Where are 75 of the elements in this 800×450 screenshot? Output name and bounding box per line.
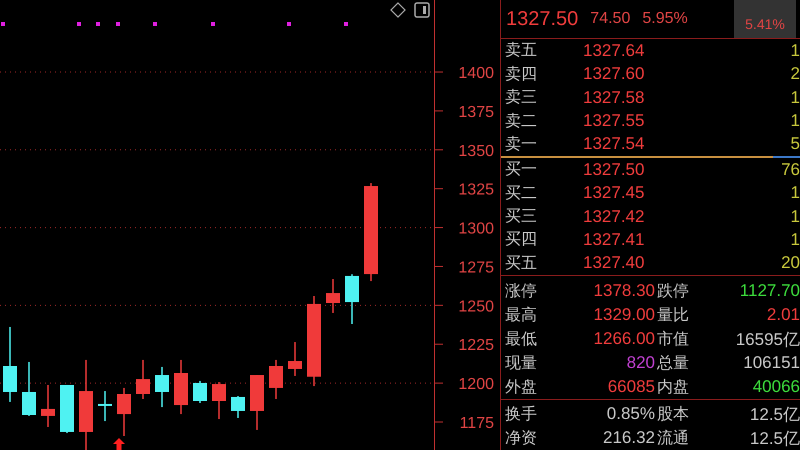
stat-label: 跌停 [657,280,690,302]
bid-label: 买一 [505,159,538,180]
ask-price: 1327.60 [583,64,646,84]
bid-price: 1327.40 [583,253,646,274]
last-price: 1327.50 [506,8,578,31]
bid-volume: 1 [790,230,800,250]
ask-label: 卖二 [505,110,538,132]
stat-label: 量比 [657,304,690,326]
ask-volume: 2 [790,64,800,84]
ask-label: 卖三 [505,87,538,108]
bid-volume: 20 [781,253,800,274]
price-change: 74.50 [590,10,630,28]
bid-volume: 1 [790,206,800,227]
stat-label: 涨停 [505,280,538,302]
axis-label: 1350 [458,142,494,160]
stat-label: 总量 [657,352,690,374]
stat-label: 换手 [505,404,538,424]
bid-label: 买二 [505,182,538,204]
stat-value: 820 [626,353,655,373]
up-arrow-icon [113,438,125,450]
change-percent: 5.95% [642,10,688,28]
ask-label: 卖四 [505,64,538,85]
axis-label: 1250 [458,298,494,316]
stat-label: 净资 [505,428,538,448]
stat-value: 2.01 [766,305,800,325]
ask-price: 1327.58 [583,88,646,108]
bid-price: 1327.50 [583,160,646,180]
axis-label: 1175 [460,415,494,432]
axis-label: 1275 [458,259,494,276]
stat-value: 1266.00 [592,329,655,349]
stat-label: 内盘 [657,376,690,398]
stat-value: 1127.70 [738,281,800,301]
ask-label: 卖五 [505,40,538,62]
ask-price: 1327.64 [583,40,646,61]
stat-label: 市值 [657,328,690,350]
stat-value: 216.32 [602,428,655,448]
stat-value: 40066 [752,377,800,397]
stat-value: 66085 [606,377,655,397]
stat-value: 12.5亿 [748,428,800,450]
stat-label: 最高 [505,304,538,326]
axis-label: 1200 [458,376,494,394]
ask-volume: 1 [790,40,800,61]
percent-badge: 5.41% [734,0,796,38]
bid-price: 1327.41 [583,230,646,250]
stat-value: 16595亿 [734,328,800,350]
stat-label: 股本 [657,404,690,424]
stat-value: 1329.00 [592,305,655,325]
stat-value: 0.85% [606,404,655,424]
ask-price: 1327.54 [583,134,646,154]
ask-volume: 1 [790,88,800,108]
bid-label: 买五 [505,252,538,274]
stat-label: 最低 [505,328,538,350]
diamond-icon[interactable] [390,2,406,18]
axis-label: 1375 [458,104,494,121]
bid-label: 买三 [505,206,538,228]
bid-price: 1327.42 [583,206,646,227]
axis-label: 1400 [458,65,494,82]
bid-volume: 1 [790,183,800,204]
ask-price: 1327.55 [583,111,646,131]
axis-label: 1300 [458,220,494,238]
axis-label: 1325 [458,182,494,199]
bid-volume: 76 [781,160,800,180]
bid-price: 1327.45 [583,183,646,204]
ask-volume: 5 [790,134,800,154]
ask-label: 卖一 [505,134,538,155]
stat-label: 流通 [657,428,690,448]
bid-label: 买四 [505,229,538,250]
stat-label: 外盘 [505,376,538,398]
axis-label: 1225 [458,337,494,354]
panel-toggle-icon[interactable] [414,2,430,18]
stat-value: 12.5亿 [748,404,800,426]
stat-value: 1378.30 [592,281,655,301]
ask-volume: 1 [790,111,800,131]
stat-value: 106151 [742,353,800,373]
stat-label: 现量 [505,352,538,374]
